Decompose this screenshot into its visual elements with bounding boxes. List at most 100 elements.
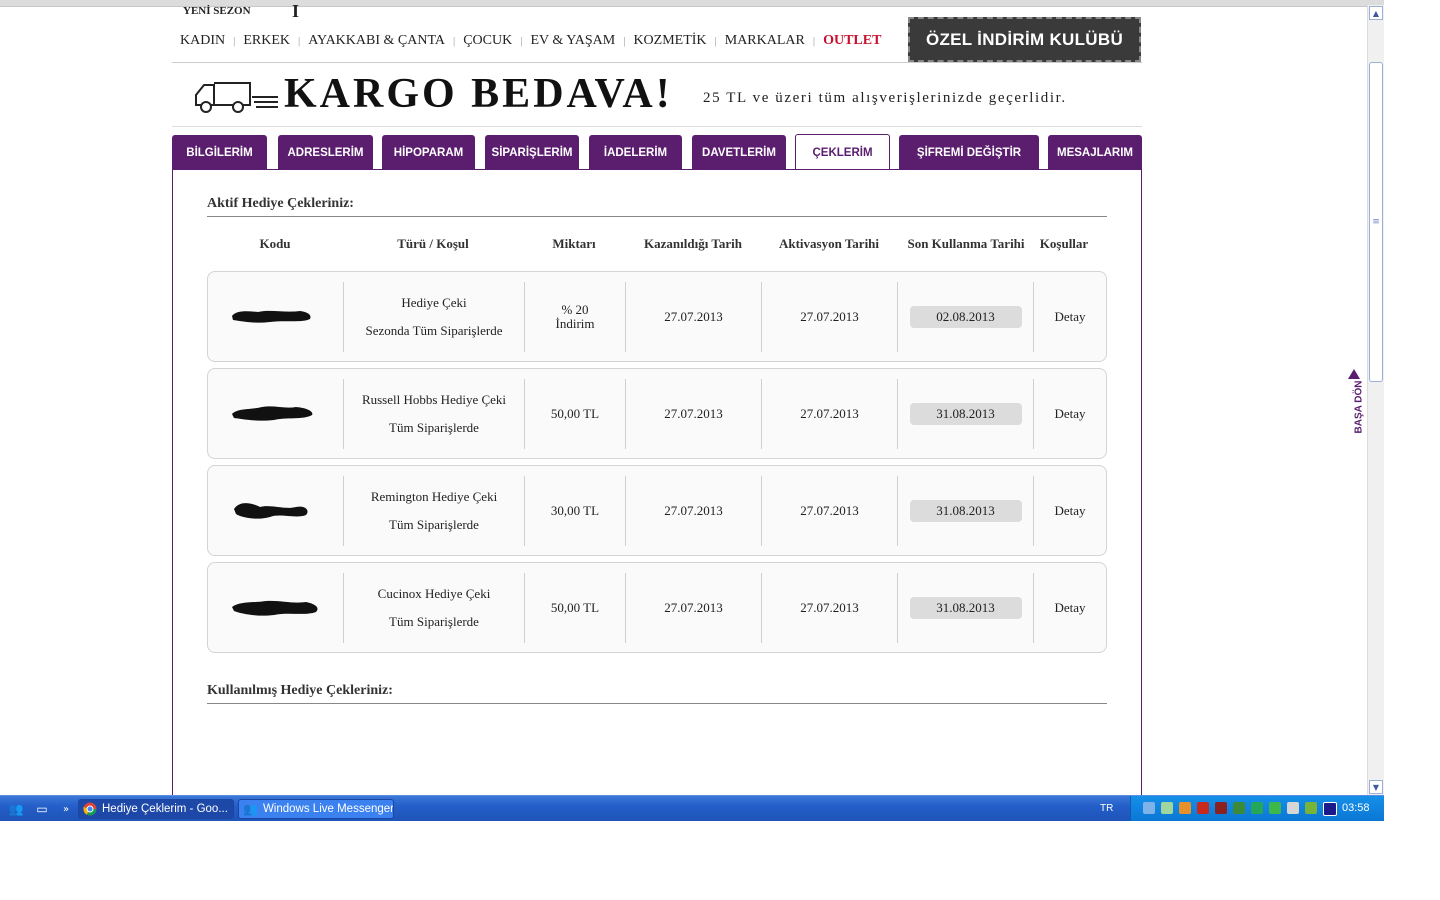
volume-icon[interactable] — [1287, 802, 1299, 814]
type-cell: Hediye Çeki Sezonda Tüm Siparişlerde — [344, 282, 525, 352]
amount-text: 30,00 TL — [551, 504, 599, 518]
messenger-small-icon: 👥 — [243, 802, 258, 816]
condition-line: Sezonda Tüm Siparişlerde — [365, 323, 503, 338]
table-row: Cucinox Hediye Çeki Tüm Siparişlerde 50,00… — [207, 562, 1107, 653]
amount-text: 50,00 TL — [551, 407, 599, 421]
type-line: Remington Hediye Çeki — [370, 489, 498, 504]
redacted-code-icon — [233, 503, 308, 519]
acrobat-icon[interactable] — [1197, 802, 1209, 814]
arrow-up-icon[interactable] — [1347, 368, 1361, 380]
nav-item-1[interactable]: ERKEK — [235, 33, 298, 49]
club-banner[interactable]: ÖZEL İNDİRİM KULÜBÜ — [908, 17, 1141, 62]
nav-item-2[interactable]: AYAKKABI & ÇANTA — [300, 33, 453, 49]
nav-item-7[interactable]: OUTLET — [815, 33, 889, 49]
taskbar-window-label: Windows Live Messenger — [262, 803, 394, 815]
vertical-scrollbar[interactable]: ▲ ≡ ▼ — [1367, 5, 1385, 795]
tab-8[interactable]: MESAJLARIM — [1048, 135, 1142, 170]
tab-3[interactable]: SİPARİŞLERİM — [485, 135, 579, 170]
activation-date-cell: 27.07.2013 — [762, 476, 898, 546]
security-icon[interactable] — [1251, 802, 1263, 814]
expiry-date-badge: 02.08.2013 — [909, 306, 1022, 328]
redacted-code-icon — [231, 310, 311, 323]
code-cell — [208, 476, 344, 546]
new-season-label[interactable]: YENİ SEZON — [183, 5, 251, 17]
outer-blank — [1384, 0, 1440, 900]
type-text: Remington Hediye Çeki Tüm Siparişlerde — [371, 483, 497, 539]
chrome-icon — [83, 802, 97, 816]
expiry-date-cell: 31.08.2013 — [898, 573, 1034, 643]
tab-6[interactable]: ÇEKLERİM — [795, 134, 890, 170]
tab-5[interactable]: DAVETLERİM — [692, 135, 786, 170]
table-row: Remington Hediye Çeki Tüm Siparişlerde 30,… — [207, 465, 1107, 556]
taskbar-window-chrome[interactable]: Hediye Çeklerim - Goo... — [78, 799, 234, 819]
java-icon[interactable] — [1179, 802, 1191, 814]
nvidia-icon[interactable] — [1305, 802, 1317, 814]
taskbar-window-messenger[interactable]: 👥 Windows Live Messenger — [238, 799, 394, 819]
type-cell: Remington Hediye Çeki Tüm Siparişlerde — [344, 476, 525, 546]
condition-line: Tüm Siparişlerde — [389, 420, 479, 435]
show-desktop-icon[interactable]: ▭ — [34, 801, 50, 817]
taskbar: 👥 ▭ » Hediye Çeklerim - Goo... 👥 Windows… — [0, 795, 1385, 821]
nav-item-6[interactable]: MARKALAR — [717, 33, 813, 49]
amount-cell: 50,00 TL — [525, 379, 626, 449]
type-line: Russell Hobbs Hediye Çeki — [361, 392, 507, 407]
nav-item-5[interactable]: KOZMETİK — [625, 33, 714, 49]
column-header: Aktivasyon Tarihi — [778, 236, 880, 251]
earned-date-cell: 27.07.2013 — [626, 379, 762, 449]
redacted-code-icon — [231, 600, 318, 616]
activation-date-cell: 27.07.2013 — [762, 282, 898, 352]
scroll-down-icon[interactable]: ▼ — [1369, 780, 1383, 794]
expiry-date-badge: 31.08.2013 — [909, 403, 1022, 425]
language-indicator[interactable]: TR — [1100, 803, 1113, 814]
tab-1[interactable]: ADRESLERİM — [278, 135, 373, 170]
network-icon[interactable] — [1143, 802, 1155, 814]
tab-2[interactable]: HİPOPARAM — [382, 135, 475, 170]
media-play-icon[interactable] — [1323, 802, 1337, 816]
table-row: Hediye Çeki Sezonda Tüm Siparişlerde % 20 İ… — [207, 271, 1107, 362]
nav-item-4[interactable]: EV & YAŞAM — [522, 33, 623, 49]
detail-link[interactable]: Detay — [1034, 476, 1106, 546]
promo-subtitle: 25 TL ve üzeri tüm alışverişlerinizde ge… — [703, 90, 1067, 106]
tab-4[interactable]: İADELERİM — [589, 135, 682, 170]
clock[interactable]: 03:58 — [1342, 802, 1370, 814]
type-line: Cucinox Hediye Çeki — [377, 586, 491, 601]
type-cell: Russell Hobbs Hediye Çeki Tüm Siparişlerd… — [344, 379, 525, 449]
column-header: Koşullar — [1039, 236, 1089, 251]
promo-divider — [172, 126, 1142, 127]
globe-icon[interactable] — [1233, 802, 1245, 814]
tab-7[interactable]: ŞİFREMİ DEĞİŞTİR — [899, 135, 1039, 170]
amount-unit: İndirim — [555, 316, 595, 331]
earned-date-cell: 27.07.2013 — [626, 573, 762, 643]
active-section-title: Aktif Hediye Çekleriniz: — [207, 196, 354, 211]
amount-value: % 20 — [561, 302, 589, 317]
amount-text: 50,00 TL — [551, 601, 599, 615]
nav-item-3[interactable]: ÇOCUK — [455, 33, 520, 49]
messenger-icon[interactable]: 👥 — [8, 801, 24, 817]
wifi-icon[interactable] — [1161, 802, 1173, 814]
nav-item-0[interactable]: KADIN — [172, 33, 233, 49]
active-section-line — [207, 216, 1107, 217]
detail-link[interactable]: Detay — [1034, 379, 1106, 449]
type-text: Russell Hobbs Hediye Çeki Tüm Siparişlerd… — [362, 386, 506, 442]
detail-link[interactable]: Detay — [1034, 573, 1106, 643]
code-cell — [208, 282, 344, 352]
amount-cell: % 20 İndirim — [525, 282, 626, 352]
scroll-thumb[interactable]: ≡ — [1369, 62, 1383, 382]
screen: { "header": { "season_label": "YENİ SEZO… — [0, 0, 1440, 900]
amount-value: 50,00 TL — [550, 600, 600, 615]
back-to-top-link[interactable]: BAŞA DÖN — [1354, 381, 1365, 434]
condition-line: Tüm Siparişlerde — [389, 614, 479, 629]
amount-value: 50,00 TL — [550, 406, 600, 421]
promo-title: KARGO BEDAVA! — [284, 71, 673, 117]
check-icon[interactable] — [1269, 802, 1281, 814]
printer-icon[interactable] — [1215, 802, 1227, 814]
detail-link[interactable]: Detay — [1034, 282, 1106, 352]
expiry-date-cell: 31.08.2013 — [898, 379, 1034, 449]
amount-cell: 30,00 TL — [525, 476, 626, 546]
header-divider — [172, 62, 1142, 63]
expiry-date-badge: 31.08.2013 — [909, 597, 1022, 619]
tab-0[interactable]: BİLGİLERİM — [172, 135, 267, 170]
chevron-right-icon[interactable]: » — [58, 801, 74, 817]
expiry-date-badge: 31.08.2013 — [909, 500, 1022, 522]
scroll-up-icon[interactable]: ▲ — [1369, 6, 1383, 20]
